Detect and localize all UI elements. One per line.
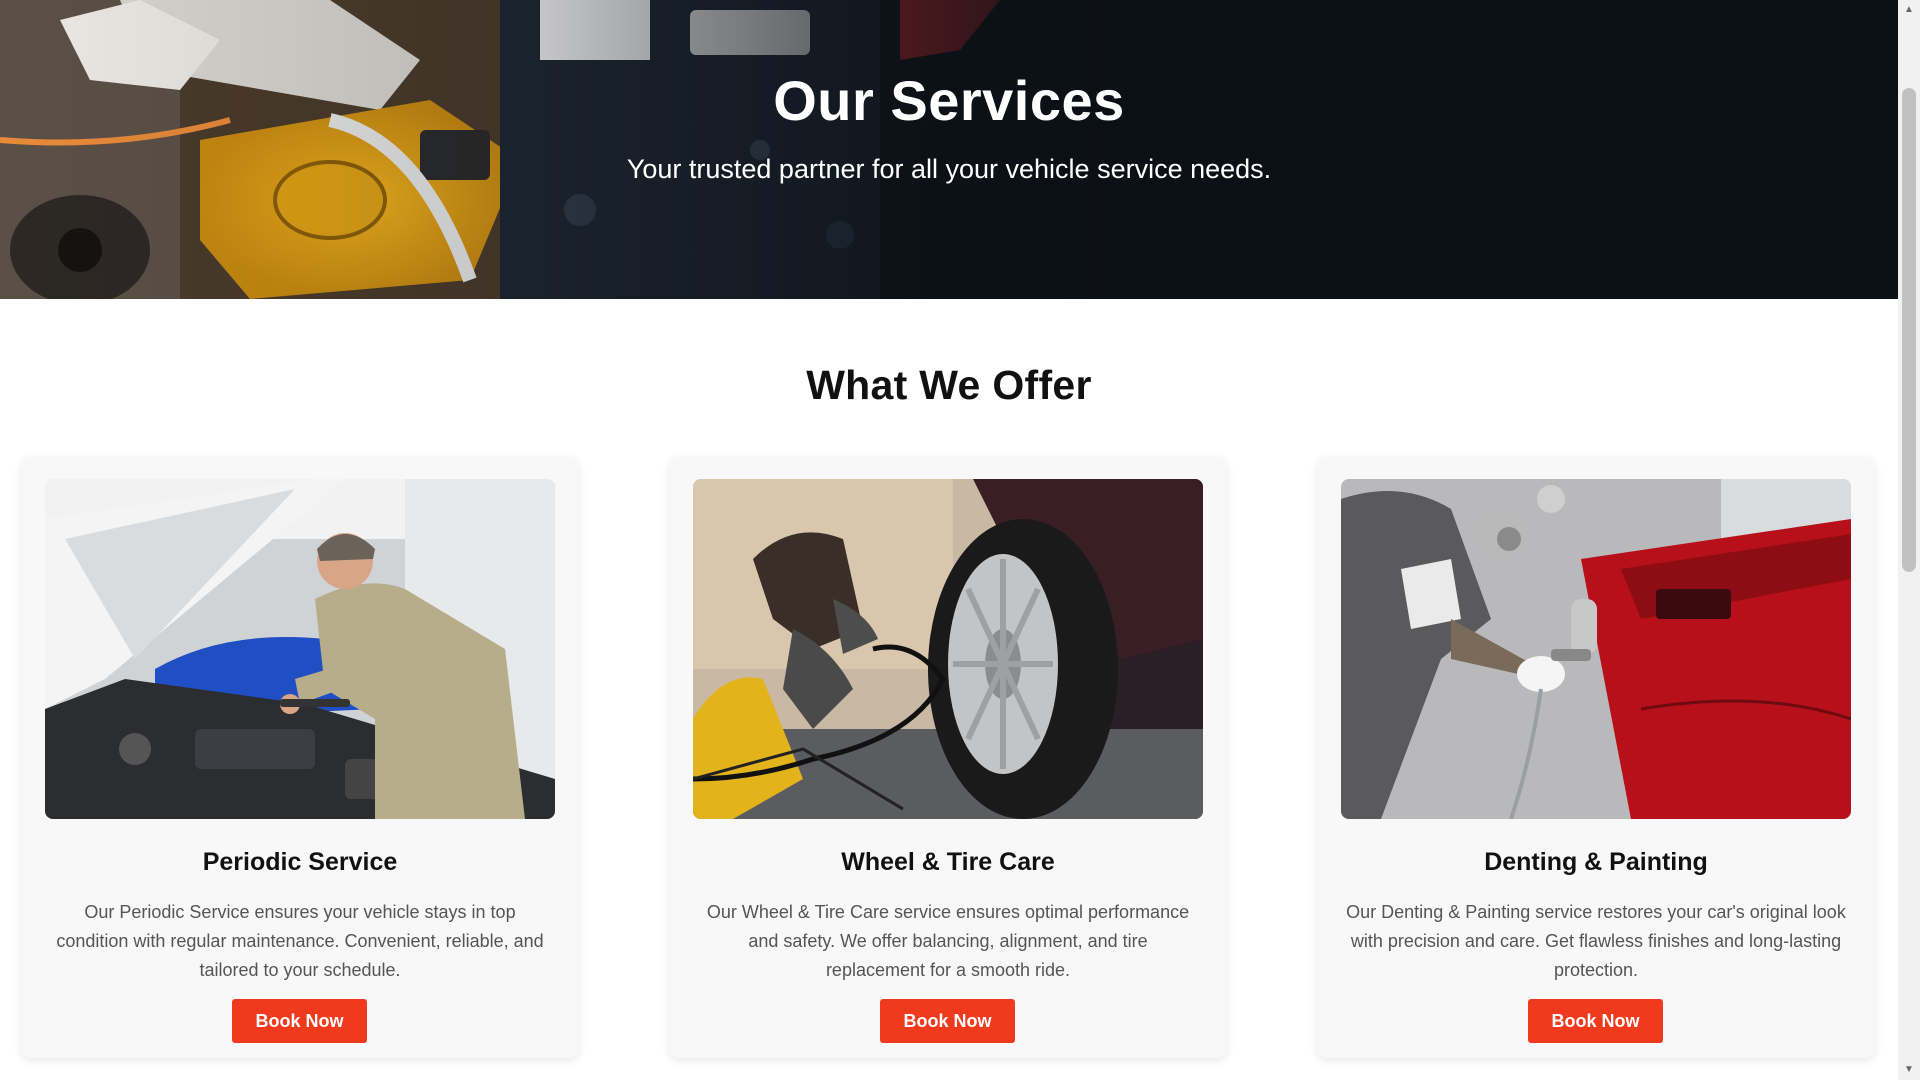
service-card-denting-painting: Denting & Painting Our Denting & Paintin… xyxy=(1318,458,1874,1058)
chevron-up-icon[interactable]: ▲ xyxy=(1898,0,1920,20)
card-title: Periodic Service xyxy=(202,848,398,876)
wheel-tire-care-image xyxy=(693,479,1203,819)
card-description: Our Wheel & Tire Care service ensures op… xyxy=(706,902,1190,980)
book-now-button[interactable]: Book Now xyxy=(880,999,1015,1043)
page-scrollbar[interactable]: ▲ ▼ xyxy=(1898,0,1920,1080)
book-now-button[interactable]: Book Now xyxy=(232,999,367,1043)
card-title: Wheel & Tire Care xyxy=(841,848,1055,876)
hero-title: Our Services xyxy=(773,69,1125,132)
hero-banner: Our Services Your trusted partner for al… xyxy=(0,0,1898,299)
service-card-periodic: Periodic Service Our Periodic Service en… xyxy=(22,458,578,1058)
scrollbar-thumb[interactable] xyxy=(1902,88,1916,572)
denting-painting-image xyxy=(1341,479,1851,819)
book-now-button[interactable]: Book Now xyxy=(1528,999,1663,1043)
card-title: Denting & Painting xyxy=(1484,848,1708,876)
section-heading: What We Offer xyxy=(806,362,1092,408)
hero-background-image xyxy=(0,0,1898,299)
card-description: Our Periodic Service ensures your vehicl… xyxy=(56,902,544,980)
card-description: Our Denting & Painting service restores … xyxy=(1346,902,1846,980)
chevron-down-icon[interactable]: ▼ xyxy=(1898,1060,1920,1080)
service-card-wheel-tire: Wheel & Tire Care Our Wheel & Tire Care … xyxy=(670,458,1226,1058)
hero-subtitle: Your trusted partner for all your vehicl… xyxy=(626,154,1272,184)
periodic-service-image xyxy=(45,479,555,819)
